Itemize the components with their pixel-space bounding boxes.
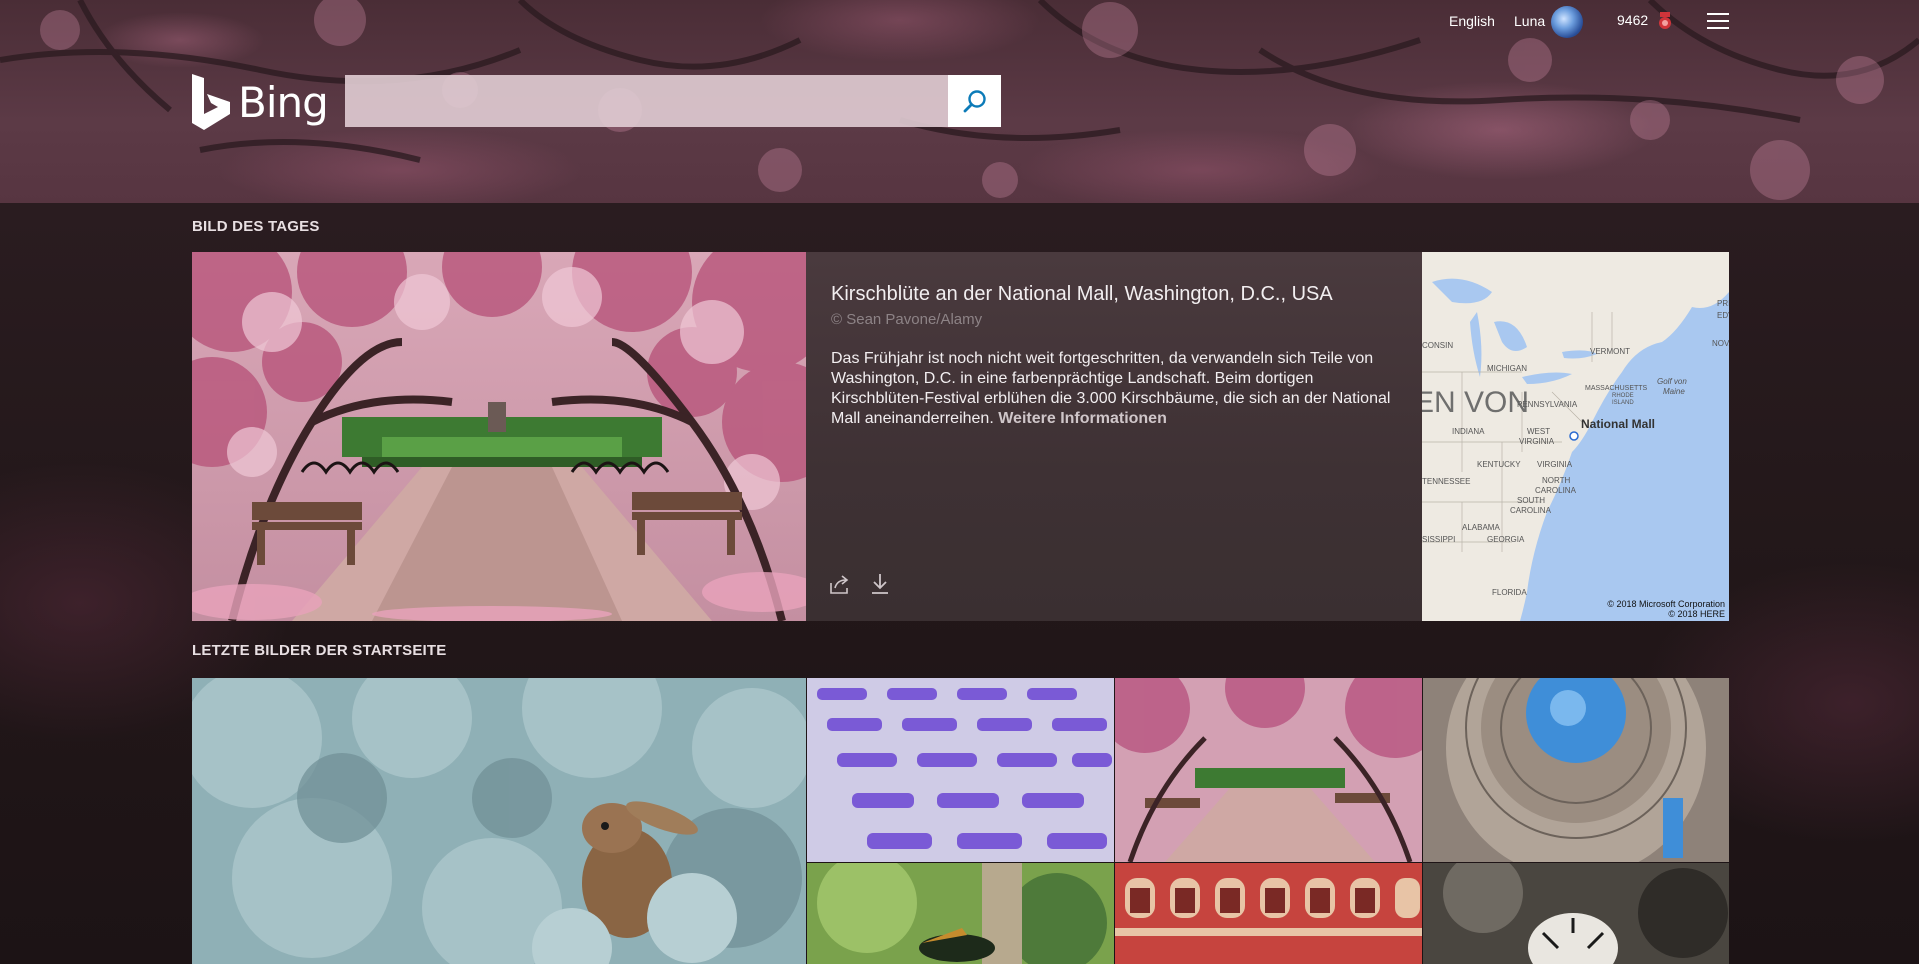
recent-image-red-palace[interactable] [1115,863,1422,964]
recent-image-hare[interactable] [192,678,806,964]
picture-credit: © Sean Pavone/Alamy [831,311,983,328]
map-copyright: © 2018 Microsoft Corporation © 2018 HERE [1607,599,1725,619]
rewards-points[interactable]: 9462 [1617,12,1648,28]
svg-text:ISLAND: ISLAND [1612,400,1634,406]
svg-text:VERMONT: VERMONT [1590,347,1630,356]
logo-text[interactable]: Bing [238,78,329,127]
svg-text:MASSACHUSETTS: MASSACHUSETTS [1585,385,1648,392]
picture-info-panel [806,252,1422,621]
svg-text:WEST: WEST [1527,427,1550,436]
svg-text:INDIANA: INDIANA [1452,427,1485,436]
svg-text:GEORGIA: GEORGIA [1487,535,1525,544]
avatar[interactable] [1551,6,1583,38]
rewards-medal-icon[interactable] [1657,12,1673,30]
recent-image-cherry-blossom[interactable] [1115,678,1422,862]
svg-text:RHODE: RHODE [1612,393,1634,399]
svg-text:NOVA S: NOVA S [1712,339,1729,348]
section-title-picture-of-day: BILD DES TAGES [192,218,320,235]
location-map[interactable]: CONSIN MICHIGAN VERMONT NOVA S PRI EDV M… [1422,252,1729,621]
svg-text:KENTUCKY: KENTUCKY [1477,460,1521,469]
svg-text:FLORIDA: FLORIDA [1492,588,1527,597]
svg-text:CAROLINA: CAROLINA [1535,486,1577,495]
more-info-link[interactable]: Weitere Informationen [998,410,1167,427]
share-icon[interactable] [829,575,851,595]
svg-text:VIRGINIA: VIRGINIA [1537,460,1573,469]
svg-text:CONSIN: CONSIN [1422,341,1453,350]
recent-image-bird[interactable] [807,863,1114,964]
svg-text:SISSIPPI: SISSIPPI [1422,535,1455,544]
search-icon [963,90,986,113]
svg-text:TENNESSEE: TENNESSEE [1422,477,1470,486]
recent-image-dome[interactable] [1423,678,1729,862]
search-button[interactable] [948,75,1001,127]
search-input[interactable] [345,75,948,127]
svg-text:MICHIGAN: MICHIGAN [1487,364,1527,373]
svg-text:Golf von: Golf von [1657,377,1687,386]
svg-text:NORTH: NORTH [1542,476,1571,485]
language-link[interactable]: English [1449,13,1495,29]
svg-text:Maine: Maine [1663,387,1685,396]
svg-text:VIRGINIA: VIRGINIA [1519,437,1555,446]
svg-text:ALABAMA: ALABAMA [1462,523,1500,532]
download-icon[interactable] [871,573,889,595]
picture-title[interactable]: Kirschblüte an der National Mall, Washin… [831,283,1333,306]
user-name[interactable]: Luna [1514,13,1545,29]
svg-text:PRI: PRI [1717,299,1729,308]
svg-text:EDV: EDV [1717,311,1729,320]
picture-of-day-image[interactable] [192,252,806,621]
svg-text:SOUTH: SOUTH [1517,496,1545,505]
hamburger-menu-icon[interactable] [1707,13,1729,29]
top-bar: English Luna 9462 [0,0,1919,42]
svg-text:National Mall: National Mall [1581,417,1655,431]
recent-image-peeps[interactable] [807,678,1114,862]
section-title-recent-images: LETZTE BILDER DER STARTSEITE [192,642,447,659]
svg-text:CAROLINA: CAROLINA [1510,506,1552,515]
recent-image-tiger[interactable] [1423,863,1729,964]
svg-text:EN VON: EN VON [1422,386,1529,419]
picture-description: Das Frühjahr ist noch nicht weit fortges… [831,349,1406,429]
